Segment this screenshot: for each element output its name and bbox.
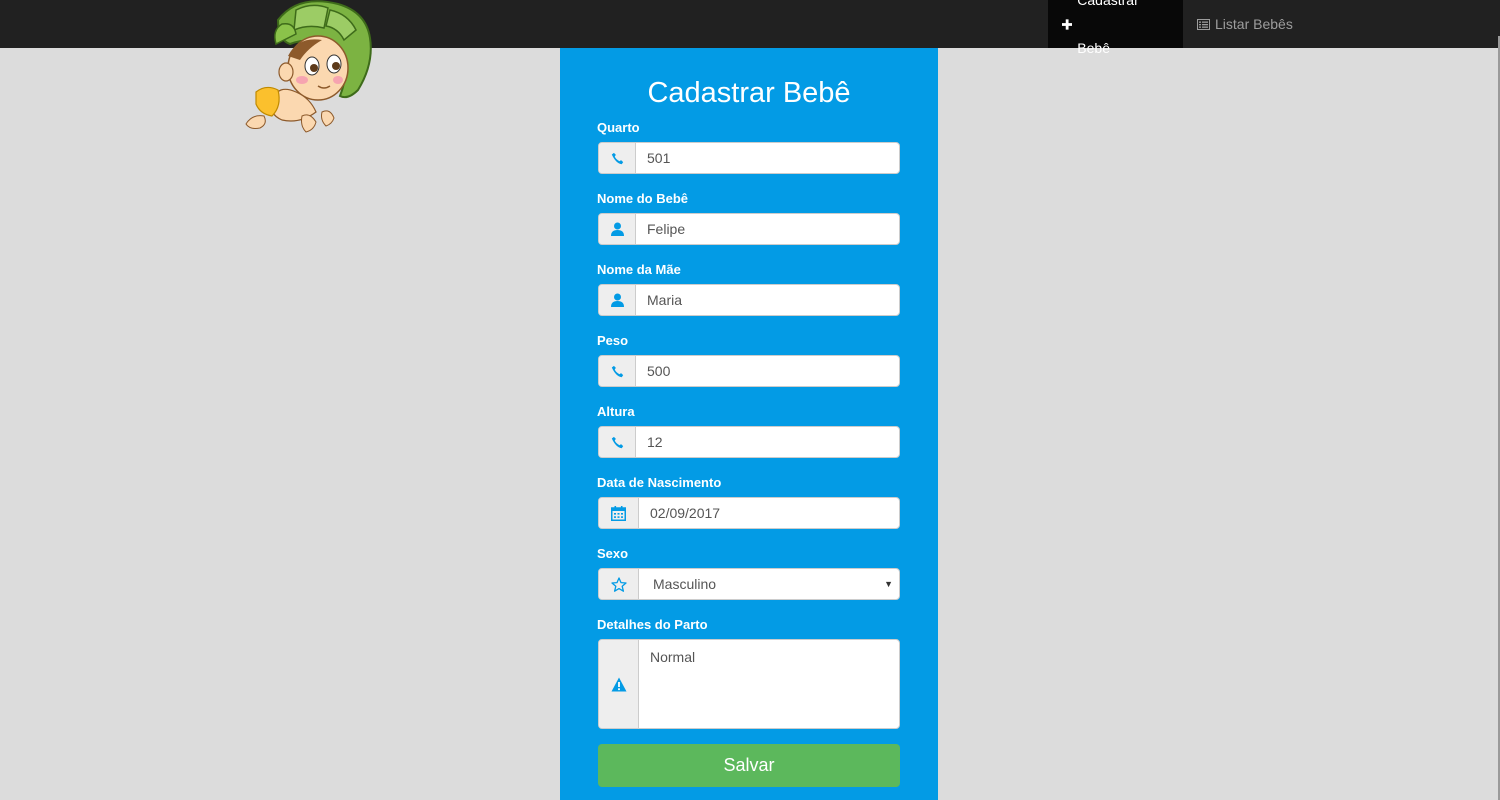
sexo-select[interactable]: Masculino ▼ <box>639 569 899 599</box>
nav-listar-bebes[interactable]: Listar Bebês <box>1183 0 1307 48</box>
nome-mae-label: Nome da Mãe <box>597 262 681 277</box>
user-icon <box>599 214 636 244</box>
data-nascimento-field[interactable]: 02/09/2017 <box>598 497 900 529</box>
nome-mae-input[interactable]: Maria <box>636 285 899 315</box>
data-nascimento-input[interactable]: 02/09/2017 <box>639 498 899 528</box>
quarto-label: Quarto <box>597 120 640 135</box>
altura-field[interactable]: 12 <box>598 426 900 458</box>
detalhes-parto-field[interactable]: Normal <box>598 639 900 729</box>
altura-input[interactable]: 12 <box>636 427 899 457</box>
nav-cadastrar-label: Cadastrar Bebê <box>1077 0 1139 56</box>
top-navbar: Cadastrar Bebê Listar Bebês <box>0 0 1500 56</box>
save-button[interactable]: Salvar <box>598 744 900 787</box>
altura-label: Altura <box>597 404 635 419</box>
detalhes-parto-label: Detalhes do Parto <box>597 617 708 632</box>
calendar-icon <box>599 498 639 528</box>
quarto-input[interactable]: 501 <box>636 143 899 173</box>
nav-listar-label: Listar Bebês <box>1215 16 1293 32</box>
nome-bebe-label: Nome do Bebê <box>597 191 689 206</box>
chevron-down-icon: ▼ <box>884 579 893 589</box>
star-icon <box>599 569 639 599</box>
nome-bebe-field[interactable]: Felipe <box>598 213 900 245</box>
phone-icon <box>599 356 636 386</box>
sexo-label: Sexo <box>597 546 629 561</box>
data-nascimento-label: Data de Nascimento <box>597 475 722 490</box>
sexo-field[interactable]: Masculino ▼ <box>598 568 900 600</box>
plus-icon <box>1062 18 1073 30</box>
quarto-field[interactable]: 501 <box>598 142 900 174</box>
detalhes-parto-textarea[interactable]: Normal <box>639 640 899 728</box>
baby-mascot-logo <box>245 0 372 133</box>
peso-label: Peso <box>597 333 629 348</box>
warning-icon <box>599 640 639 728</box>
peso-input[interactable]: 500 <box>636 356 899 386</box>
user-icon <box>599 285 636 315</box>
nome-mae-field[interactable]: Maria <box>598 284 900 316</box>
nome-bebe-input[interactable]: Felipe <box>636 214 899 244</box>
nav-cadastrar-bebe[interactable]: Cadastrar Bebê <box>1048 0 1183 56</box>
peso-field[interactable]: 500 <box>598 355 900 387</box>
list-icon <box>1197 18 1210 30</box>
sexo-selected-value: Masculino <box>653 576 717 592</box>
phone-icon <box>599 143 636 173</box>
page-title: Cadastrar Bebê <box>647 77 851 109</box>
register-panel: Cadastrar Bebê Quarto 501 Nome do Bebê F… <box>560 48 938 800</box>
phone-icon <box>599 427 636 457</box>
